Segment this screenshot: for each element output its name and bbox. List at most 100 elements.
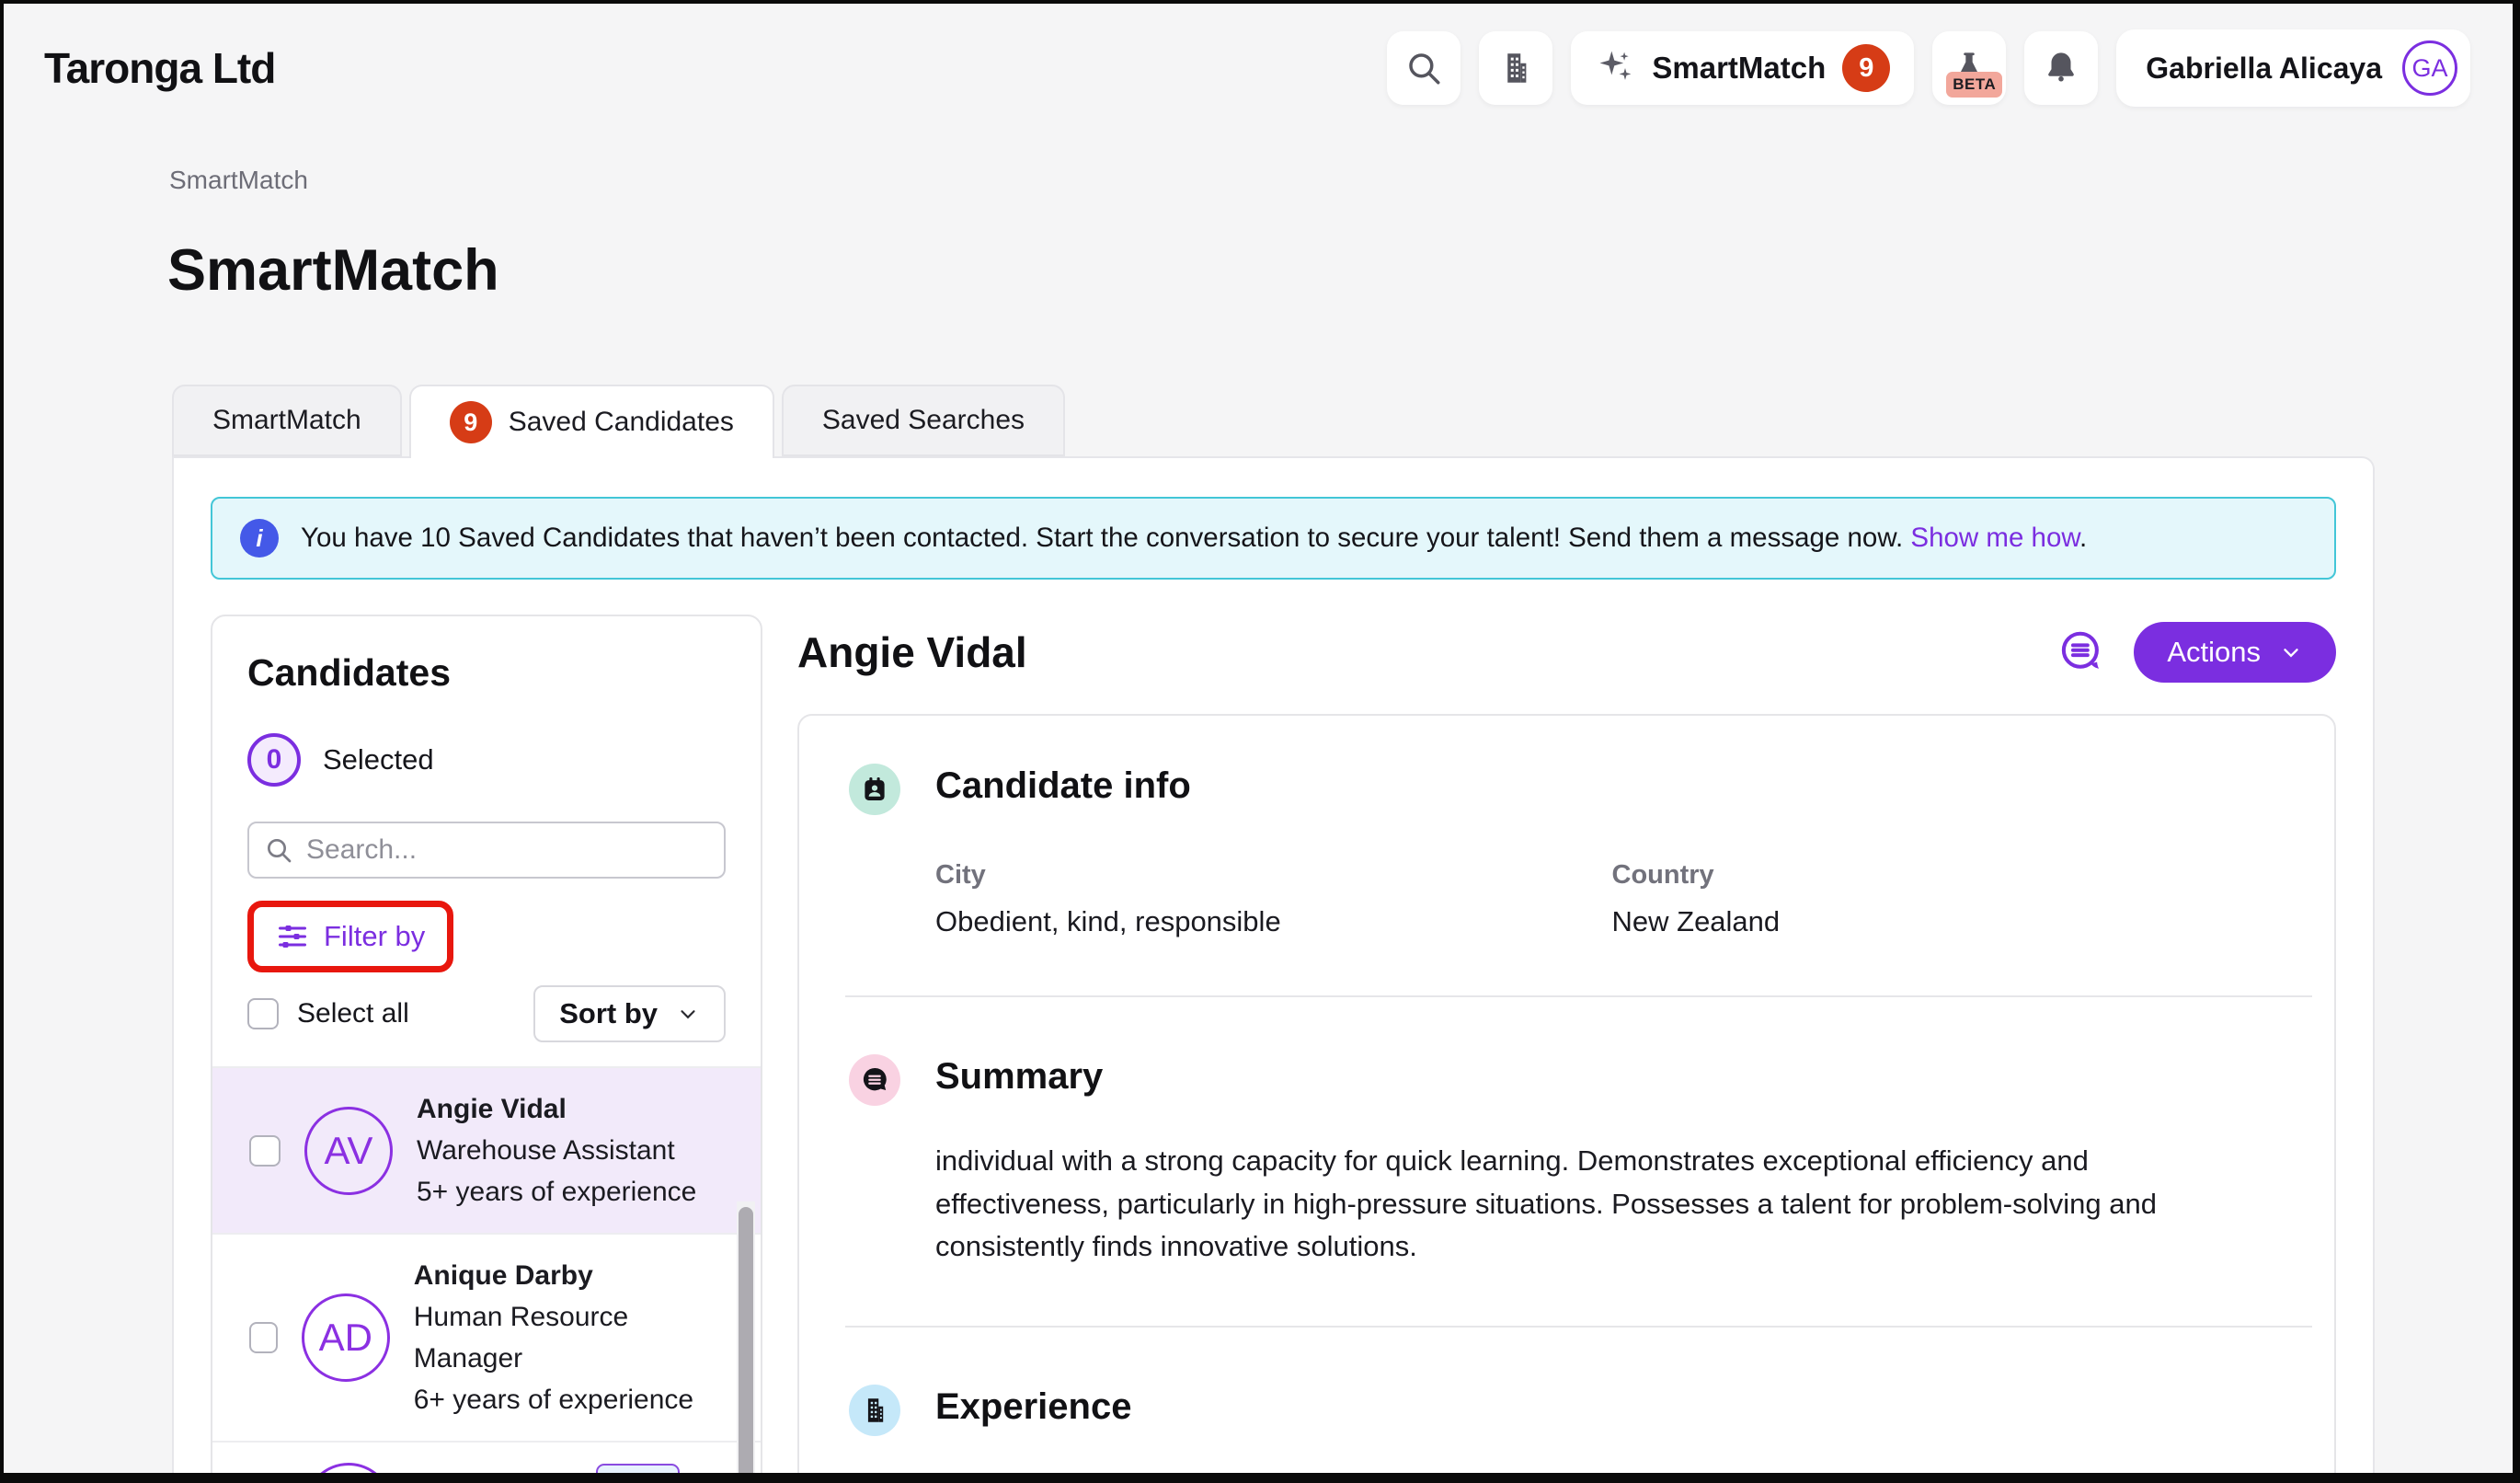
notifications-button[interactable] — [2024, 31, 2098, 105]
candidate-experience: 5+ years of experience — [417, 1171, 696, 1213]
candidate-summary: Angie Vidal Warehouse Assistant 5+ years… — [417, 1088, 696, 1213]
chevron-down-icon — [2279, 640, 2303, 664]
user-profile-button[interactable]: Gabriella Alicaya GA — [2116, 29, 2470, 107]
beta-badge: BETA — [1946, 72, 2002, 98]
smartmatch-nav-button[interactable]: SmartMatch 9 — [1571, 31, 1914, 105]
brand-logo: Taronga Ltd — [44, 43, 275, 93]
candidate-search — [247, 822, 726, 879]
candidate-summary: Phoebe(Yi... New Human Resource — [417, 1464, 680, 1483]
smartmatch-nav-count-badge: 9 — [1842, 44, 1890, 92]
city-field: City Obedient, kind, responsible — [935, 860, 1612, 938]
info-banner-message: You have 10 Saved Candidates that haven’… — [301, 523, 1903, 553]
info-banner-suffix: . — [2079, 523, 2087, 553]
candidate-search-input[interactable] — [247, 822, 726, 879]
tab-smartmatch[interactable]: SmartMatch — [172, 385, 402, 456]
search-icon — [1404, 49, 1443, 87]
city-value: Obedient, kind, responsible — [935, 905, 1612, 938]
selected-counter: 0 Selected — [247, 733, 726, 787]
search-icon — [264, 835, 293, 865]
country-label: Country — [1612, 860, 2289, 891]
experience-title: Experience — [935, 1385, 2288, 1428]
candidate-list: AV Angie Vidal Warehouse Assistant 5+ ye… — [212, 1066, 761, 1483]
tab-bar: SmartMatch 9 Saved Candidates Saved Sear… — [172, 385, 2513, 456]
tab-saved-searches[interactable]: Saved Searches — [782, 385, 1065, 456]
candidates-card: Candidates 0 Selected — [211, 615, 762, 1483]
info-banner-text: You have 10 Saved Candidates that haven’… — [301, 523, 2087, 554]
filter-sliders-icon — [276, 920, 309, 953]
candidate-summary: Anique Darby Human Resource Manager 6+ y… — [414, 1255, 709, 1420]
candidate-info-title: Candidate info — [935, 764, 2288, 807]
building-icon — [1496, 49, 1535, 87]
smartmatch-nav-label: SmartMatch — [1652, 51, 1826, 86]
city-label: City — [935, 860, 1612, 891]
tab-saved-searches-label: Saved Searches — [822, 405, 1025, 436]
select-all-checkbox[interactable] — [247, 998, 279, 1029]
candidate-experience: 6+ years of experience — [414, 1379, 709, 1420]
summary-title: Summary — [935, 1054, 2288, 1098]
bell-icon — [2042, 49, 2080, 87]
saved-candidates-panel: i You have 10 Saved Candidates that have… — [172, 456, 2375, 1483]
candidate-avatar: AV — [304, 1107, 393, 1195]
filter-by-button[interactable]: Filter by — [259, 911, 441, 962]
actions-label: Actions — [2167, 636, 2261, 669]
select-all-control: Select all — [247, 998, 409, 1029]
info-icon: i — [240, 519, 279, 558]
annotation-highlight-box: Filter by — [247, 901, 453, 972]
candidate-checkbox[interactable] — [249, 1322, 278, 1353]
candidate-checkbox[interactable] — [249, 1135, 281, 1167]
candidate-avatar — [304, 1463, 393, 1483]
top-bar: Taronga Ltd SmartMatch 9 — [4, 4, 2513, 107]
sort-by-button[interactable]: Sort by — [533, 985, 726, 1042]
candidate-detail-card: Candidate info City Obedient, kind, resp… — [797, 714, 2336, 1483]
candidate-detail-name: Angie Vidal — [797, 627, 1027, 677]
actions-button[interactable]: Actions — [2134, 622, 2336, 683]
candidate-name: Anique Darby — [414, 1255, 709, 1296]
candidate-list-scrollbar-track — [737, 1201, 755, 1483]
candidate-row-anique-darby[interactable]: AD Anique Darby Human Resource Manager 6… — [212, 1235, 761, 1443]
breadcrumb[interactable]: SmartMatch — [169, 166, 2513, 195]
candidate-list-scrollbar[interactable] — [739, 1207, 753, 1483]
tab-saved-candidates-badge: 9 — [450, 401, 492, 443]
selected-count-badge: 0 — [247, 733, 301, 787]
experience-company: Warehouse solutions — [935, 1468, 2288, 1483]
candidate-detail-header: Angie Vidal Actions — [797, 622, 2336, 683]
list-controls: Select all Sort by — [247, 985, 726, 1042]
candidates-title: Candidates — [247, 651, 726, 695]
filter-by-label: Filter by — [324, 920, 425, 953]
building-icon — [849, 1385, 900, 1436]
summary-bubble-icon — [849, 1054, 900, 1106]
message-icon[interactable] — [2056, 627, 2106, 677]
summary-text: individual with a strong capacity for qu… — [935, 1140, 2241, 1269]
tab-smartmatch-label: SmartMatch — [212, 405, 361, 436]
labs-beta-button[interactable]: BETA — [1932, 31, 2006, 105]
candidate-name: Phoebe(Yi... — [417, 1466, 574, 1483]
top-bar-actions: SmartMatch 9 BETA Gabriella Alicaya GA — [1387, 29, 2470, 107]
section-candidate-info: Candidate info City Obedient, kind, resp… — [845, 764, 2312, 938]
app-window: Taronga Ltd SmartMatch 9 — [0, 0, 2520, 1483]
search-button[interactable] — [1387, 31, 1460, 105]
id-badge-icon — [849, 764, 900, 815]
country-field: Country New Zealand — [1612, 860, 2289, 938]
selected-label: Selected — [323, 743, 434, 776]
company-button[interactable] — [1479, 31, 1552, 105]
candidate-row-angie-vidal[interactable]: AV Angie Vidal Warehouse Assistant 5+ ye… — [212, 1068, 761, 1235]
user-avatar: GA — [2402, 40, 2457, 96]
sparkle-icon — [1595, 48, 1635, 88]
candidate-avatar: AD — [302, 1293, 390, 1382]
show-me-how-link[interactable]: Show me how — [1910, 523, 2079, 553]
section-divider — [845, 1326, 2312, 1328]
panel-content: Candidates 0 Selected — [211, 615, 2336, 1483]
candidate-detail: Angie Vidal Actions — [797, 615, 2336, 1483]
tab-saved-candidates-label: Saved Candidates — [509, 407, 734, 438]
candidate-role: Human Resource Manager — [414, 1296, 709, 1379]
tab-saved-candidates[interactable]: 9 Saved Candidates — [409, 385, 774, 458]
chevron-down-icon — [676, 1002, 700, 1026]
new-badge: New — [596, 1464, 681, 1483]
candidate-name: Angie Vidal — [417, 1088, 696, 1130]
page-title: SmartMatch — [167, 237, 2513, 304]
section-experience: Experience Warehouse solutions — [845, 1385, 2312, 1483]
info-banner: i You have 10 Saved Candidates that have… — [211, 497, 2336, 580]
section-summary: Summary individual with a strong capacit… — [845, 1054, 2312, 1269]
candidate-role: Warehouse Assistant — [417, 1130, 696, 1171]
candidate-row-phoebe[interactable]: Phoebe(Yi... New Human Resource — [212, 1443, 761, 1483]
